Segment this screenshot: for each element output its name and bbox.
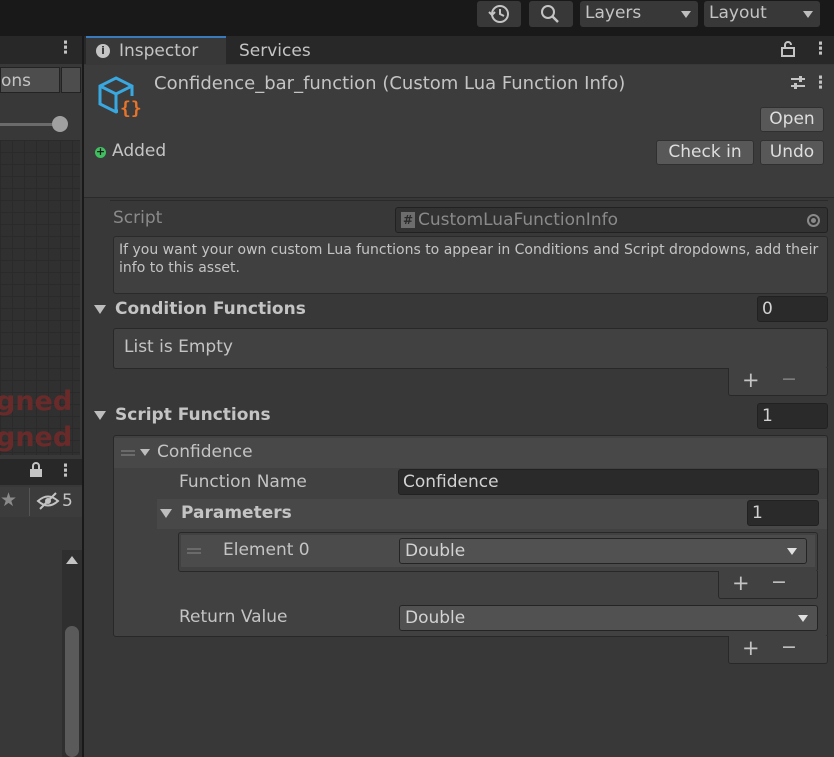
chevron-down-icon [803, 11, 813, 18]
drag-handle-icon[interactable] [187, 548, 201, 554]
return-value-label: Return Value [179, 607, 288, 627]
chevron-down-icon [798, 615, 808, 622]
left-panel-menu-icon-2[interactable]: ⋮ [57, 461, 74, 481]
undo-button[interactable]: Undo [760, 140, 824, 165]
grid-red-text-2: gned [0, 422, 73, 453]
grid-red-text-1: gned [0, 386, 73, 417]
hidden-count: 5 [62, 491, 73, 511]
header-menu-icon[interactable]: ⋮ [812, 73, 829, 93]
remove-parameter-button[interactable]: − [771, 571, 787, 593]
tab-inspector-label: Inspector [119, 41, 199, 61]
chevron-down-icon [681, 11, 691, 18]
script-field[interactable]: # CustomLuaFunctionInfo [395, 207, 828, 233]
lock-icon[interactable] [29, 462, 43, 483]
tab-inspector[interactable]: i Inspector [86, 36, 226, 65]
scroll-thumb[interactable] [65, 626, 79, 757]
tab-services[interactable]: Services [228, 36, 328, 64]
search-icon [541, 5, 559, 23]
parameters-label[interactable]: Parameters [181, 503, 292, 523]
added-status-icon: + [95, 145, 106, 158]
script-label: Script [113, 208, 163, 228]
search-button[interactable] [529, 1, 573, 27]
open-button[interactable]: Open [760, 107, 824, 132]
script-functions-label[interactable]: Script Functions [115, 405, 271, 425]
object-picker-icon[interactable] [807, 214, 820, 227]
script-file-icon: # [401, 212, 415, 228]
param-type-dropdown[interactable]: Double [399, 538, 807, 564]
condition-functions-list: List is Empty [113, 328, 828, 369]
function-name-field[interactable]: Confidence [398, 469, 819, 495]
inspector-content-frame [110, 200, 828, 206]
help-box: If you want your own custom Lua function… [113, 236, 828, 294]
add-condition-button[interactable]: + [742, 368, 760, 392]
inspector-lock-icon[interactable] [781, 41, 795, 62]
inspector-menu-icon[interactable]: ⋮ [812, 39, 829, 59]
element-foldout-icon[interactable] [140, 449, 150, 456]
parameters-foldout-icon[interactable] [160, 509, 172, 518]
function-name-label: Function Name [179, 472, 307, 492]
star-icon[interactable]: ★ [0, 489, 17, 511]
info-icon: i [96, 44, 110, 58]
parameters-list-footer: + − [718, 571, 818, 599]
add-script-function-button[interactable]: + [742, 636, 760, 660]
layout-dropdown[interactable]: Layout [704, 1, 820, 27]
help-text: If you want your own custom Lua function… [119, 242, 819, 276]
drag-handle-icon[interactable] [121, 450, 135, 456]
remove-script-function-button[interactable]: − [781, 636, 797, 658]
divider [29, 488, 30, 516]
svg-text:{}: {} [120, 98, 142, 119]
tab-services-label: Services [239, 41, 311, 61]
return-type-dropdown[interactable]: Double [399, 605, 818, 631]
layout-label: Layout [709, 3, 767, 23]
history-button[interactable] [477, 1, 521, 27]
chevron-down-icon [787, 548, 797, 555]
condition-functions-label[interactable]: Condition Functions [115, 299, 306, 319]
script-functions-foldout-icon[interactable] [94, 411, 106, 420]
left-panel-tab[interactable]: ons [0, 67, 60, 93]
check-in-button[interactable]: Check in [656, 140, 754, 165]
layers-dropdown[interactable]: Layers [580, 1, 698, 27]
layers-label: Layers [585, 3, 642, 23]
script-value: CustomLuaFunctionInfo [418, 210, 618, 230]
condition-list-footer: + − [728, 368, 828, 396]
parameters-count[interactable]: 1 [747, 500, 819, 526]
added-status-label: Added [112, 141, 167, 161]
script-functions-count[interactable]: 1 [757, 403, 828, 429]
scroll-up-icon[interactable] [66, 556, 78, 564]
zoom-slider-handle[interactable] [52, 116, 68, 132]
left-panel-menu-icon[interactable]: ⋮ [57, 38, 74, 58]
asset-title: Confidence_bar_function (Custom Lua Func… [154, 73, 626, 94]
preset-icon[interactable] [790, 74, 806, 97]
hidden-eye-icon[interactable] [36, 492, 60, 515]
left-panel-tab-2[interactable] [61, 67, 81, 93]
condition-functions-foldout-icon[interactable] [94, 305, 106, 314]
list-empty-label: List is Empty [124, 337, 233, 357]
element-label[interactable]: Confidence [157, 442, 253, 462]
condition-functions-count[interactable]: 0 [757, 296, 828, 322]
remove-condition-button[interactable]: − [781, 368, 797, 390]
param-element-label: Element 0 [223, 540, 310, 560]
add-parameter-button[interactable]: + [732, 571, 750, 595]
script-list-footer: + − [728, 636, 828, 664]
custom-lua-asset-icon: {} [96, 74, 144, 127]
history-icon [488, 5, 509, 23]
